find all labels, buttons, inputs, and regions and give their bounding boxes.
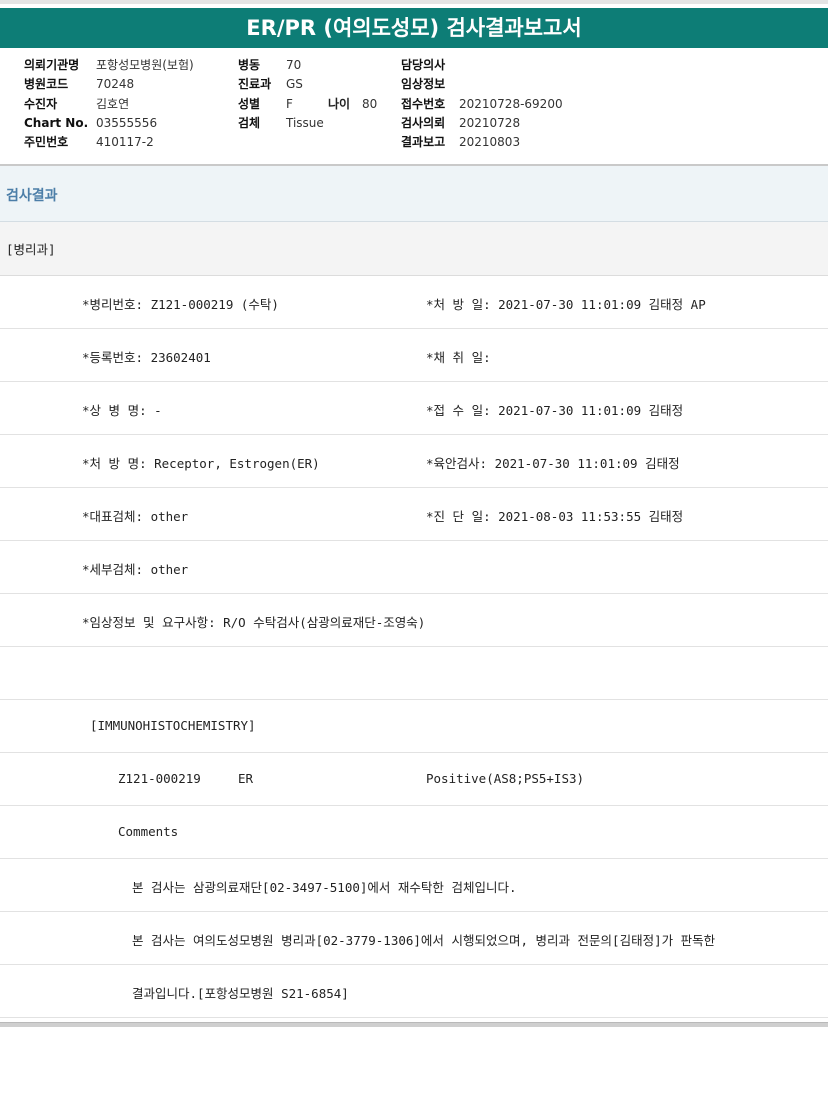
table-row: *상 병 명: - *접 수 일: 2021-07-30 11:01:09 김태… — [0, 382, 828, 435]
table-row: *등록번호: 23602401 *채 취 일: — [0, 329, 828, 382]
table-row: *병리번호: Z121-000219 (수탁) *처 방 일: 2021-07-… — [0, 276, 828, 329]
ihc-marker: ER — [238, 771, 254, 786]
info-row: 검체 Tissue — [238, 115, 324, 130]
info-row: 병동 70 — [238, 58, 302, 72]
department-label: [병리과] — [6, 242, 56, 257]
info-row: 담당의사 — [401, 58, 446, 72]
comment-line-3: 결과입니다.[포항성모병원 S21-6854] — [132, 986, 349, 1001]
ihc-result: Positive(AS8;PS5+IS3) — [426, 771, 585, 786]
info-row: 주민번호 410117-2 — [24, 135, 154, 150]
section-title: 검사결과 — [6, 188, 58, 204]
table-row-empty — [0, 647, 828, 700]
received-date: *접 수 일: 2021-07-30 11:01:09 김태정 — [426, 403, 684, 418]
prescribed-date: *처 방 일: 2021-07-30 11:01:09 김태정 AP — [426, 297, 706, 312]
table-row: Z121-000219 ER Positive(AS8;PS5+IS3) — [0, 753, 828, 806]
table-row: *처 방 명: Receptor, Estrogen(ER) *육안검사: 20… — [0, 435, 828, 488]
section-header: 검사결과 — [0, 166, 828, 222]
info-row: 접수번호 20210728-69200 — [401, 96, 563, 111]
info-row: 병원코드 70248 — [24, 77, 135, 92]
info-row: 수진자 김호연 — [24, 96, 130, 111]
info-row: 임상정보 — [401, 77, 446, 92]
age-value: 80 — [362, 96, 378, 111]
diagnosis-date: *진 단 일: 2021-08-03 11:53:55 김태정 — [426, 509, 684, 524]
result-table: *병리번호: Z121-000219 (수탁) *처 방 일: 2021-07-… — [0, 276, 828, 1018]
ihc-case-number: Z121-000219 — [118, 771, 201, 786]
diagnosis-name: *상 병 명: - — [82, 403, 162, 418]
report-title: ER/PR (여의도성모) 검사결과보고서 — [0, 8, 828, 48]
clinical-info: *임상정보 및 요구사항: R/O 수탁검사(삼광의료재단-조영숙) — [82, 615, 426, 630]
comment-line-1: 본 검사는 삼광의료재단[02-3497-5100]에서 재수탁한 검체입니다. — [132, 880, 517, 895]
info-row: 성별 F 나이 80 — [238, 95, 377, 114]
table-row: *임상정보 및 요구사항: R/O 수탁검사(삼광의료재단-조영숙) — [0, 594, 828, 647]
pathology-number: *병리번호: Z121-000219 (수탁) — [82, 297, 279, 312]
age-label: 나이 — [328, 96, 351, 111]
table-row: 본 검사는 여의도성모병원 병리과[02-3779-1306]에서 시행되었으며… — [0, 912, 828, 965]
table-row: 본 검사는 삼광의료재단[02-3497-5100]에서 재수탁한 검체입니다. — [0, 859, 828, 912]
info-row: 의뢰기관명 포항성모병원(보험) — [24, 58, 194, 72]
ihc-header: [IMMUNOHISTOCHEMISTRY] — [90, 718, 256, 733]
table-row: 결과입니다.[포항성모병원 S21-6854] — [0, 965, 828, 1018]
header-col-ward: 병동 70 진료과 GS 성별 F 나이 80 검체 Tissue — [238, 56, 377, 133]
header-col-report: 담당의사 임상정보 접수번호 20210728-69200 검사의뢰 2021072… — [401, 56, 563, 152]
comments-label: Comments — [118, 824, 179, 839]
comment-line-2: 본 검사는 여의도성모병원 병리과[02-3779-1306]에서 시행되었으며… — [132, 933, 716, 948]
sub-specimen: *세부검체: other — [82, 562, 189, 577]
top-border — [0, 0, 828, 4]
department-row: [병리과] — [0, 222, 828, 276]
table-row: *대표검체: other *진 단 일: 2021-08-03 11:53:55… — [0, 488, 828, 541]
info-row: Chart No. 03555556 — [24, 115, 158, 130]
registration-number: *등록번호: 23602401 — [82, 350, 211, 365]
bottom-border — [0, 1022, 828, 1027]
header-col-patient: 의뢰기관명 포항성모병원(보험) 병원코드 70248 수진자 김호연 Chart N… — [24, 56, 194, 152]
gross-exam-date: *육안검사: 2021-07-30 11:01:09 김태정 — [426, 456, 680, 471]
table-row: [IMMUNOHISTOCHEMISTRY] — [0, 700, 828, 753]
table-row: *세부검체: other — [0, 541, 828, 594]
info-row: 진료과 GS — [238, 77, 303, 92]
info-row: 검사의뢰 20210728 — [401, 115, 521, 130]
main-specimen: *대표검체: other — [82, 509, 189, 524]
prescription-name: *처 방 명: Receptor, Estrogen(ER) — [82, 456, 320, 471]
table-row: Comments — [0, 806, 828, 859]
collected-date: *채 취 일: — [426, 350, 491, 365]
info-row: 결과보고 20210803 — [401, 135, 521, 150]
